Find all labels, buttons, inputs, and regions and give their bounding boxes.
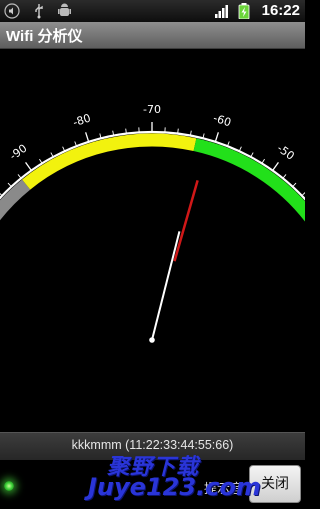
gauge-tick (39, 158, 43, 164)
signal-meter: -100-90-80-70-60-50-40 dBm (0, 48, 320, 432)
gauge-pivot (149, 337, 155, 343)
app-title-bar: Wifi 分析仪 (0, 22, 305, 49)
battery-charging-icon (238, 3, 250, 19)
network-label: kkkmmm (11:22:33:44:55:66) (71, 438, 234, 452)
gauge-tick (261, 158, 265, 164)
gauge-tick (125, 128, 127, 134)
gauge-zone-0 (0, 179, 31, 221)
gauge-tick (7, 182, 12, 188)
app-title: Wifi 分析仪 (6, 28, 83, 45)
status-bar: 16:22 (0, 0, 305, 22)
gauge-tick (292, 182, 297, 188)
clock: 16:22 (261, 2, 300, 19)
close-button[interactable]: 关闭 (249, 465, 301, 503)
gauge-red-marker (173, 180, 199, 262)
gauge-tick (0, 193, 3, 197)
gauge-tick-label: -80 (71, 112, 92, 130)
gauge-tick (250, 152, 254, 158)
gauge-tick (17, 174, 22, 179)
gauge-tick (177, 128, 179, 134)
status-led-icon (4, 481, 14, 491)
gauge-zone-1 (22, 133, 197, 190)
signal-icon (215, 5, 228, 18)
gauge-tick-label: -50 (275, 142, 297, 163)
gauge-tick (282, 174, 287, 179)
bottom-bar: 提示音 关闭 (0, 460, 305, 509)
network-bar: kkkmmm (11:22:33:44:55:66) (0, 432, 305, 461)
gauge-tick-label: -70 (143, 103, 161, 116)
gauge-tick-label: -90 (7, 142, 29, 163)
gauge-tick (301, 191, 306, 197)
gauge-tick (85, 132, 90, 143)
gauge-needle (151, 231, 181, 341)
beep-toggle[interactable]: 提示音 (204, 478, 243, 497)
android-debug-icon (58, 3, 71, 16)
gauge-tick (272, 162, 279, 171)
gauge-tick (50, 152, 54, 158)
signal-gauge: -100-90-80-70-60-50-40 dBm (0, 103, 320, 343)
usb-icon (35, 4, 43, 19)
gauge-tick (214, 132, 219, 143)
volume-icon (4, 3, 20, 19)
gauge-tick-label: -60 (212, 112, 233, 130)
gauge-tick (25, 162, 32, 171)
